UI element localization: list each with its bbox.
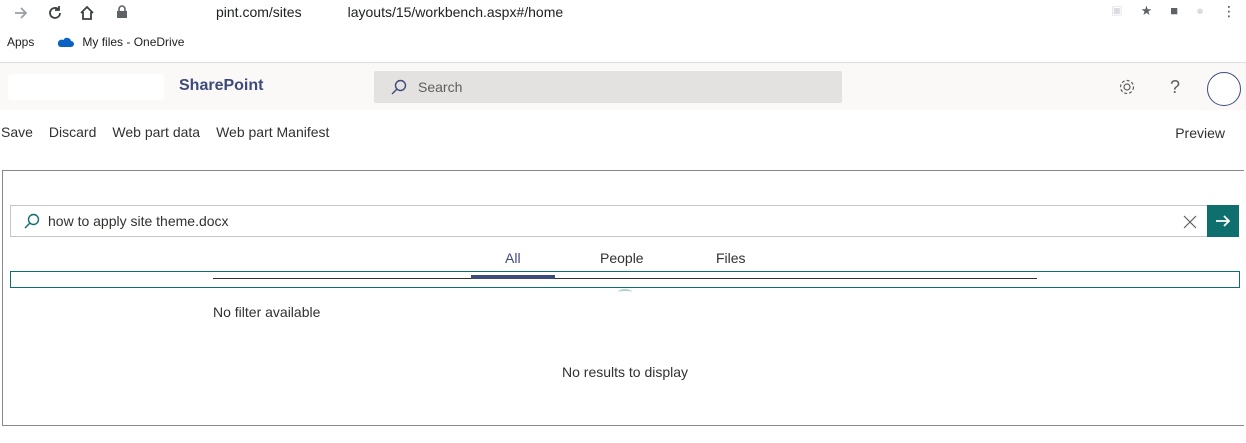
redacted-site [301, 4, 348, 20]
bookmark-apps[interactable]: Apps [7, 35, 34, 49]
tab-all[interactable]: All [505, 250, 521, 266]
sharepoint-header: SharePoint ? [0, 62, 1246, 110]
preview-button[interactable]: Preview [1175, 125, 1225, 141]
url-part-1: pint.com/sites [216, 4, 302, 20]
sharepoint-brand[interactable]: SharePoint [179, 77, 263, 95]
bookmark-star-icon[interactable]: ★ [1141, 3, 1153, 20]
bookmark-onedrive[interactable]: My files - OneDrive [56, 35, 184, 49]
help-button[interactable]: ? [1165, 77, 1185, 97]
tab-people[interactable]: People [600, 250, 644, 266]
search-submit-button[interactable] [1207, 205, 1239, 237]
url-part-2: layouts/15/workbench.aspx#/home [347, 4, 564, 20]
browser-toolbar: pint.com/sites layouts/15/workbench.aspx… [0, 0, 1246, 26]
bookmark-onedrive-label: My files - OneDrive [82, 35, 185, 49]
refiner-divider [213, 278, 1037, 279]
arrow-right-icon [15, 7, 28, 19]
redacted-domain [136, 4, 216, 20]
header-search-input[interactable] [418, 79, 818, 95]
menu-kebab-icon[interactable]: ⋮ [1222, 3, 1236, 20]
home-icon [80, 5, 94, 20]
tab-files[interactable]: Files [716, 250, 746, 266]
close-icon[interactable] [1182, 214, 1198, 230]
no-results-message: No results to display [562, 364, 689, 380]
save-button[interactable]: Save [1, 124, 33, 140]
web-part-manifest-button[interactable]: Web part Manifest [216, 124, 329, 140]
arrow-right-icon [1216, 215, 1231, 227]
search-icon [24, 213, 40, 229]
no-filter-message: No filter available [213, 304, 321, 320]
help-icon: ? [1169, 76, 1180, 97]
bookmarks-bar: Apps My files - OneDrive [0, 30, 184, 54]
webpart-search-value[interactable]: how to apply site theme.docx [48, 213, 229, 229]
settings-button[interactable] [1117, 77, 1137, 97]
command-bar: Save Discard Web part data Web part Mani… [0, 118, 1246, 146]
active-tab-indicator [471, 275, 555, 279]
reload-icon [49, 6, 61, 19]
reload-button[interactable] [44, 2, 66, 24]
cast-icon[interactable]: ▣ [1111, 3, 1122, 20]
avatar[interactable] [1207, 72, 1241, 106]
address-bar[interactable]: pint.com/sites layouts/15/workbench.aspx… [116, 0, 563, 24]
discard-button[interactable]: Discard [49, 124, 96, 140]
loading-spinner [618, 289, 632, 295]
profile-icon[interactable]: ● [1196, 3, 1204, 20]
lock-icon [117, 5, 127, 18]
redacted-logo [8, 74, 164, 100]
webpart-search-box[interactable]: how to apply site theme.docx [10, 205, 1207, 237]
extension-icon[interactable]: ■ [1170, 3, 1178, 20]
header-search-box[interactable] [374, 71, 842, 103]
refiner-panel [10, 271, 1240, 288]
forward-button[interactable] [10, 2, 32, 24]
gear-icon [1119, 79, 1135, 95]
onedrive-cloud-icon [58, 37, 75, 47]
web-part-data-button[interactable]: Web part data [112, 124, 200, 140]
search-icon [391, 79, 407, 95]
browser-extension-icons: ▣ ★ ■ ● ⋮ [1111, 3, 1236, 20]
home-button[interactable] [76, 2, 98, 24]
